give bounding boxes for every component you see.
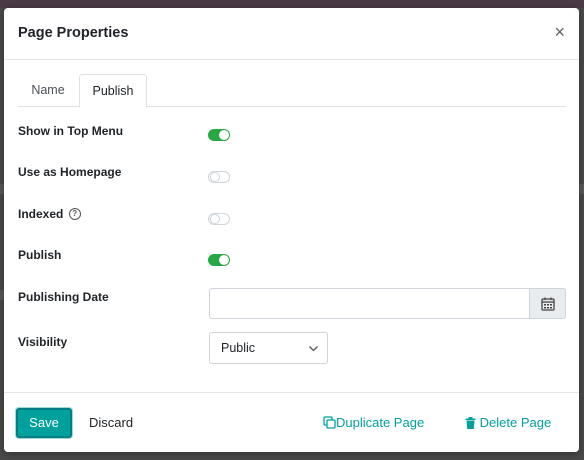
- tab-publish[interactable]: Publish: [79, 74, 147, 108]
- dialog-footer: Save Discard Duplicate Page Delete Page: [4, 392, 579, 452]
- show-in-top-menu-label: Show in Top Menu: [18, 124, 124, 138]
- delete-page-label: Delete Page: [479, 415, 552, 430]
- close-button[interactable]: ×: [554, 23, 565, 41]
- toggle-knob: [219, 255, 229, 265]
- visibility-value: Public: [221, 341, 256, 355]
- use-as-homepage-label: Use as Homepage: [18, 165, 122, 179]
- duplicate-page-label: Duplicate Page: [336, 415, 425, 430]
- dialog-header: Page Properties ×: [4, 8, 579, 60]
- publish-toggle[interactable]: [208, 254, 230, 266]
- app-top-bar: [0, 0, 584, 8]
- background-fragment: [579, 184, 584, 194]
- trash-icon: [465, 416, 476, 429]
- indexed-label: Indexed: [18, 207, 64, 221]
- date-picker-button[interactable]: [529, 288, 566, 319]
- tab-bar: Name Publish: [18, 74, 566, 108]
- dialog-title: Page Properties: [18, 25, 129, 41]
- tab-name[interactable]: Name: [18, 74, 78, 107]
- chevron-down-icon: [309, 346, 318, 352]
- delete-page-button[interactable]: Delete Page: [465, 408, 551, 438]
- copy-icon: [323, 416, 336, 429]
- use-as-homepage-toggle[interactable]: [208, 171, 230, 183]
- help-icon[interactable]: ?: [68, 207, 81, 220]
- visibility-label: Visibility: [18, 335, 68, 349]
- indexed-toggle[interactable]: [208, 213, 230, 225]
- publish-label: Publish: [18, 248, 62, 262]
- visibility-select[interactable]: Public: [209, 332, 328, 364]
- toggle-knob: [219, 130, 229, 140]
- discard-button[interactable]: Discard: [89, 408, 133, 438]
- save-button[interactable]: Save: [16, 408, 72, 438]
- publishing-date-input[interactable]: [209, 288, 529, 319]
- indexed-label-row: Indexed ?: [18, 207, 81, 221]
- page-properties-dialog: Page Properties × Name Publish Show in T…: [4, 8, 579, 452]
- calendar-icon: [541, 297, 555, 311]
- duplicate-page-button[interactable]: Duplicate Page: [323, 408, 424, 438]
- show-in-top-menu-toggle[interactable]: [208, 129, 230, 141]
- toggle-knob: [210, 172, 220, 182]
- toggle-knob: [210, 214, 220, 224]
- publishing-date-label: Publishing Date: [18, 290, 109, 304]
